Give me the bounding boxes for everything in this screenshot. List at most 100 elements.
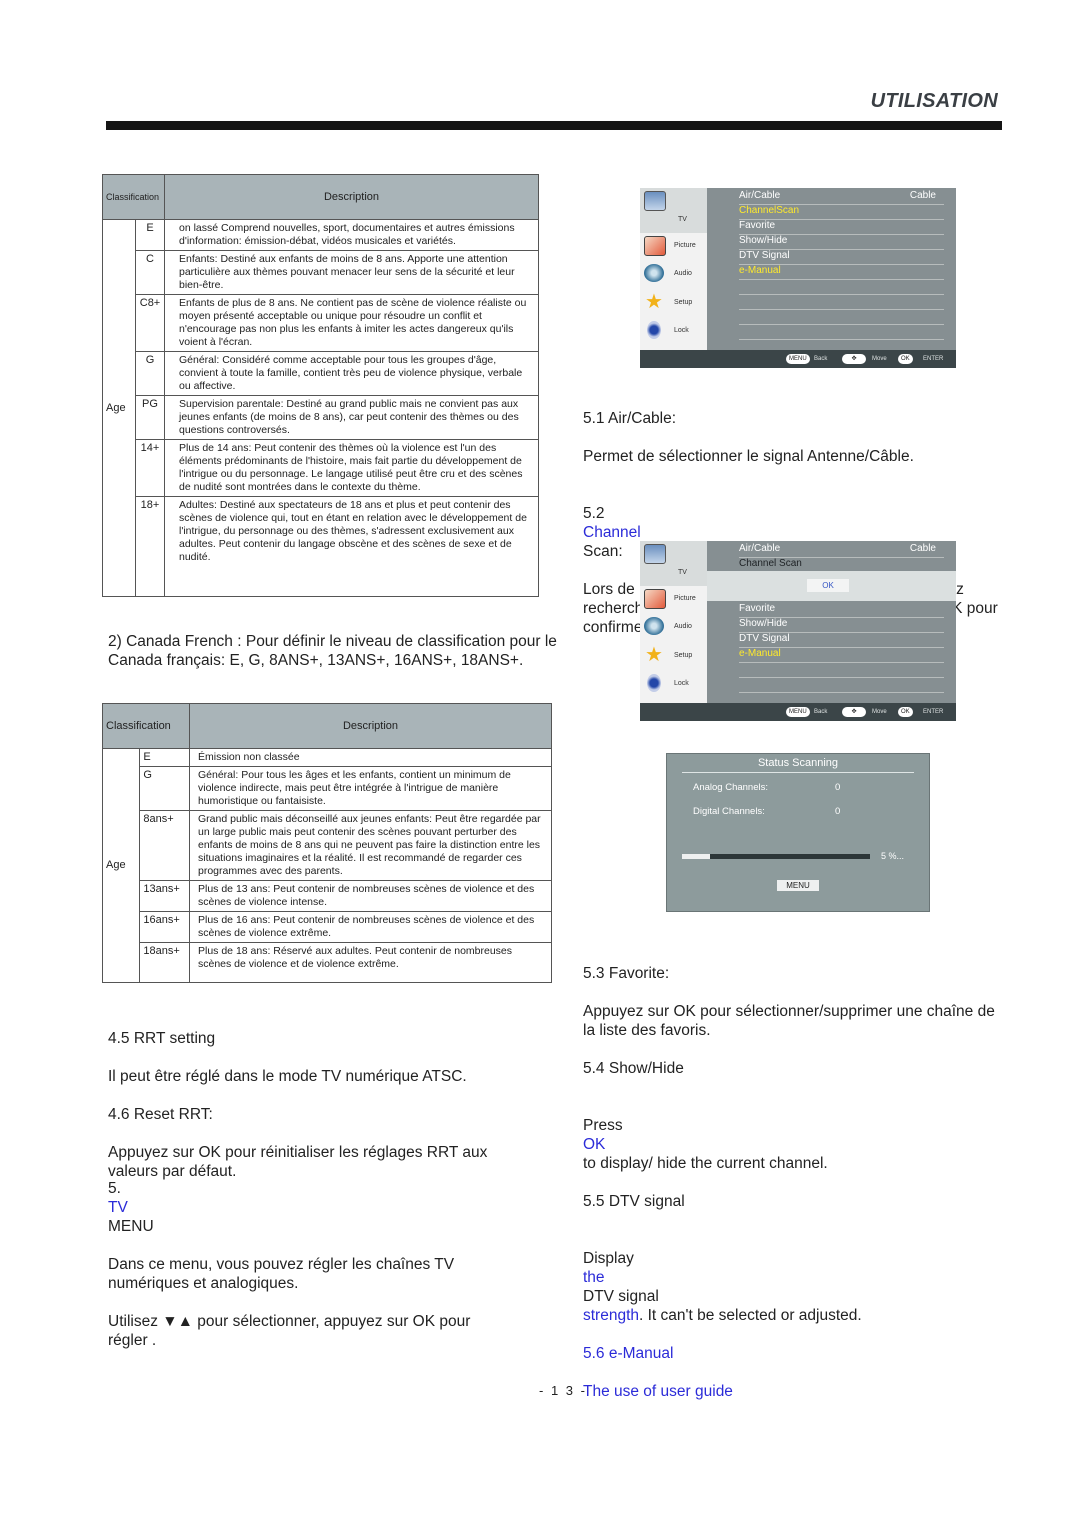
table-row: G Général: Considéré comme acceptable po… bbox=[103, 351, 539, 396]
tv-icon bbox=[644, 191, 666, 211]
rating-code: 16ans+ bbox=[139, 911, 190, 943]
menu-item-e-manual[interactable]: e-Manual bbox=[739, 647, 944, 663]
rating-code: 18+ bbox=[135, 496, 165, 597]
sidebar-item-setup[interactable]: ★ Setup bbox=[643, 644, 705, 670]
table-row: PG Supervision parentale: Destiné au gra… bbox=[103, 395, 539, 440]
picture-icon bbox=[644, 589, 666, 609]
menu-divider bbox=[739, 309, 944, 310]
rating-description: Enfants: Destiné aux enfants de moins de… bbox=[164, 250, 539, 295]
sections-5-3-to-5-6: 5.3 Favorite: Appuyez sur OK pour sélect… bbox=[583, 945, 1008, 1420]
section-5-5-body: Display the DTV signal strength. It can'… bbox=[583, 1250, 862, 1324]
sidebar-item-tv[interactable]: TV bbox=[643, 544, 705, 576]
sidebar-item-picture[interactable]: Picture bbox=[643, 589, 705, 613]
menu-footer: MENU Back ✥ Move OK ENTER bbox=[640, 703, 956, 721]
section-5-6-title: 5.6 e-Manual bbox=[583, 1345, 674, 1362]
section-4-5-body: Il peut être réglé dans le mode TV numér… bbox=[108, 1068, 467, 1085]
menu-divider bbox=[739, 339, 944, 340]
description-header: Description bbox=[164, 174, 539, 220]
menu-item-e-manual[interactable]: e-Manual bbox=[739, 264, 944, 280]
scan-progress-text: 5 %... bbox=[881, 851, 905, 861]
section-5-title: 5. TV MENU bbox=[108, 1180, 154, 1235]
tv-menu-screenshot-2: TV Picture Audio ★ Setup Lock Air/Cable … bbox=[640, 541, 956, 721]
sidebar-item-tv[interactable]: TV bbox=[643, 191, 705, 223]
header-rule bbox=[106, 121, 1002, 130]
lock-icon bbox=[647, 674, 661, 692]
table-row: Age E on lassé Comprend nouvelles, sport… bbox=[102, 219, 539, 597]
menu-divider bbox=[739, 692, 944, 693]
rating-description: Enfants de plus de 8 ans. Ne contient pa… bbox=[164, 294, 539, 352]
sidebar-item-setup[interactable]: ★ Setup bbox=[643, 291, 705, 317]
rating-description: Supervision parentale: Destiné au grand … bbox=[164, 395, 539, 440]
picture-icon bbox=[644, 236, 666, 256]
digital-channels-count: 0 bbox=[835, 806, 841, 817]
rating-description: Grand public mais déconseillé aux jeunes… bbox=[189, 810, 552, 881]
menu-footer: MENU Back ✥ Move OK ENTER bbox=[640, 350, 956, 368]
channel-link: Channel bbox=[583, 524, 641, 541]
menu-item-dtv-signal[interactable]: DTV Signal bbox=[739, 632, 944, 648]
tv-link: TV bbox=[108, 1199, 128, 1216]
title-underline bbox=[682, 772, 914, 773]
scan-progress-fill bbox=[682, 854, 711, 859]
rating-description: on lassé Comprend nouvelles, sport, docu… bbox=[164, 219, 539, 251]
table-row: 13ans+ Plus de 13 ans: Peut contenir de … bbox=[103, 880, 552, 912]
rating-code: 13ans+ bbox=[139, 880, 190, 912]
rating-code: PG bbox=[135, 395, 165, 440]
rating-description: Plus de 13 ans: Peut contenir de nombreu… bbox=[189, 880, 552, 912]
menu-item-favorite[interactable]: Favorite bbox=[739, 602, 944, 618]
age-label: Age bbox=[102, 219, 136, 597]
rating-code: G bbox=[139, 766, 190, 811]
setup-icon: ★ bbox=[645, 291, 663, 313]
table-row: Age E Émission non classée bbox=[101, 748, 552, 983]
menu-item-channel-scan[interactable]: Channel Scan bbox=[739, 557, 944, 572]
sidebar-item-lock[interactable]: Lock bbox=[643, 321, 705, 345]
menu-button[interactable]: MENU bbox=[777, 880, 819, 891]
menu-item-channel-scan[interactable]: ChannelScan bbox=[739, 204, 944, 220]
menu-item-dtv-signal[interactable]: DTV Signal bbox=[739, 249, 944, 265]
menu-items: Air/Cable Cable Channel Scan Favorite Sh… bbox=[707, 541, 956, 703]
page-number: - 1 3 - bbox=[539, 1383, 587, 1398]
table-row: C8+ Enfants de plus de 8 ans. Ne contien… bbox=[103, 294, 539, 352]
analog-channels-row: Analog Channels: 0 bbox=[693, 782, 841, 793]
menu-item-value: Cable bbox=[909, 190, 936, 201]
rating-table-english: Classification Description Age E on lass… bbox=[102, 174, 539, 597]
rating-table-french: Classification Description Age E Émissio… bbox=[101, 703, 552, 983]
menu-item-air-cable[interactable]: Air/Cable Cable bbox=[739, 189, 944, 205]
menu-item-favorite[interactable]: Favorite bbox=[739, 219, 944, 235]
section-5-1-body: Permet de sélectionner le signal Antenne… bbox=[583, 448, 914, 465]
rating-code: C bbox=[135, 250, 165, 295]
menu-item-show-hide[interactable]: Show/Hide bbox=[739, 234, 944, 250]
menu-divider bbox=[739, 324, 944, 325]
rating-description: Plus de 18 ans: Réservé aux adultes. Peu… bbox=[189, 942, 552, 983]
section-5-instructions: Utilisez ▼▲ pour sélectionner, appuyez s… bbox=[108, 1313, 471, 1349]
table-row: 14+ Plus de 14 ans: Peut contenir des th… bbox=[103, 439, 539, 497]
ok-button[interactable]: OK bbox=[807, 579, 849, 592]
sidebar-item-audio[interactable]: Audio bbox=[643, 617, 705, 641]
rating-description: Général: Considéré comme acceptable pour… bbox=[164, 351, 539, 396]
move-arrows-icon: ✥ bbox=[842, 707, 866, 717]
table-row: C Enfants: Destiné aux enfants de moins … bbox=[103, 250, 539, 295]
section-title: UTILISATION bbox=[870, 90, 998, 112]
menu-item-show-hide[interactable]: Show/Hide bbox=[739, 617, 944, 633]
table-row: G Général: Pour tous les âges et les enf… bbox=[103, 766, 552, 811]
sidebar-item-audio[interactable]: Audio bbox=[643, 264, 705, 288]
table-row: 18ans+ Plus de 18 ans: Réservé aux adult… bbox=[103, 942, 552, 983]
classification-header: Classification bbox=[102, 703, 190, 749]
audio-icon bbox=[644, 617, 664, 635]
status-scanning-dialog: Status Scanning Analog Channels: 0 Digit… bbox=[666, 753, 930, 912]
tv-icon bbox=[644, 544, 666, 564]
move-arrows-icon: ✥ bbox=[842, 354, 866, 364]
sidebar-item-lock[interactable]: Lock bbox=[643, 674, 705, 698]
setup-icon: ★ bbox=[645, 644, 663, 666]
sidebar-item-picture[interactable]: Picture bbox=[643, 236, 705, 260]
rating-description: Émission non classée bbox=[189, 748, 552, 767]
section-4-6-title: 4.6 Reset RRT: bbox=[108, 1106, 213, 1123]
menu-item-air-cable[interactable]: Air/Cable Cable bbox=[739, 542, 944, 558]
audio-icon bbox=[644, 264, 664, 282]
scan-progress-bar bbox=[682, 854, 870, 859]
classification-header: Classification bbox=[102, 174, 165, 220]
menu-key: MENU bbox=[786, 354, 810, 364]
section-5-3-title: 5.3 Favorite: bbox=[583, 965, 670, 982]
rating-description: Plus de 14 ans: Peut contenir des thèmes… bbox=[164, 439, 539, 497]
analog-channels-count: 0 bbox=[835, 782, 841, 793]
rating-code: E bbox=[135, 219, 165, 251]
